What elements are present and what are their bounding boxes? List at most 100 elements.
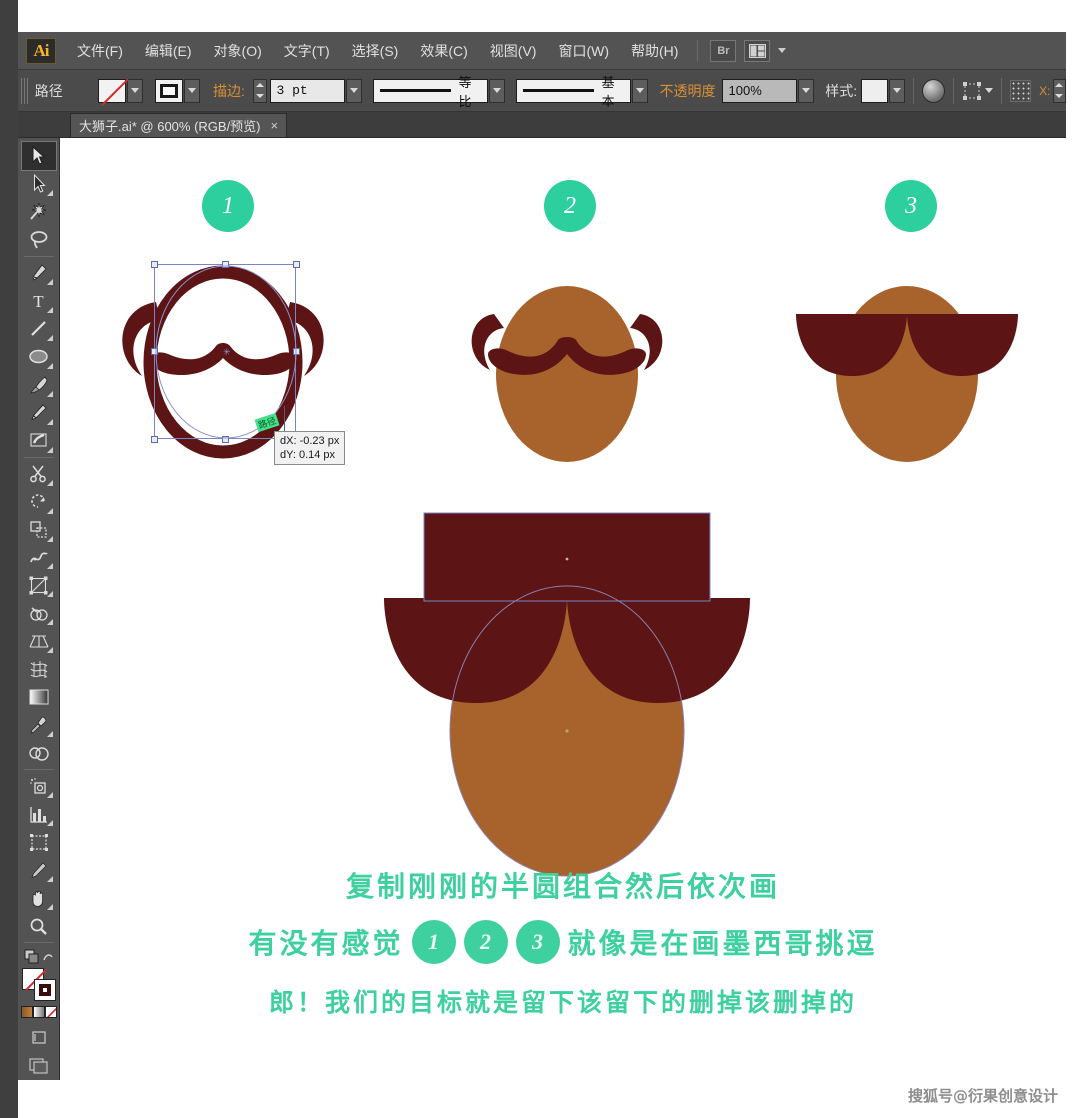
app-logo-icon: Ai [26,38,56,64]
variable-width-profile-value: 等比 [459,72,482,110]
symbol-sprayer-tool[interactable] [22,772,56,800]
control-bar-divider-2 [953,78,954,104]
transform-icon [962,81,982,101]
watermark-label: 搜狐号@衍果创意设计 [908,1085,1058,1106]
step-badge-2: 2 [544,180,596,232]
stroke-color-control[interactable] [155,79,200,103]
perspective-grid-tool[interactable] [22,627,56,655]
ellipse-tool[interactable] [22,343,56,371]
control-bar-divider-3 [1001,78,1002,104]
close-icon[interactable]: × [271,118,279,133]
menu-edit[interactable]: 编辑(E) [134,37,203,65]
fill-swatch-icon[interactable] [98,79,126,103]
width-profile-chevron-down-icon[interactable] [489,79,505,103]
warp-tool[interactable] [22,544,56,572]
transform-center-point: ✳ [223,350,228,355]
control-bar-grip[interactable] [21,78,28,104]
selection-type-label: 路径 [35,81,63,101]
hand-tool[interactable] [22,884,56,912]
step-badge-3: 3 [885,180,937,232]
align-icon[interactable] [1010,80,1031,102]
artwork-composite-figure[interactable] [376,503,758,895]
menu-object[interactable]: 对象(O) [203,37,273,65]
transform-tooltip: dX: -0.23 px dY: 0.14 px [274,431,345,465]
arrange-documents-icon[interactable] [744,40,770,62]
stroke-weight-stepper[interactable] [253,79,267,103]
paintbrush-tool[interactable] [22,371,56,399]
stroke-color-swatch[interactable] [34,979,56,1001]
artboard-canvas[interactable]: 1 2 3 ✳ 路径 dX: -0.23 px [60,138,1066,1080]
artwork-step-2[interactable] [442,266,692,466]
menu-effect[interactable]: 效果(C) [409,37,478,65]
fill-stroke-proxy-small[interactable] [22,945,56,966]
recolor-artwork-icon[interactable] [922,79,945,103]
brush-definition-select[interactable]: 基本 [516,79,631,103]
type-tool[interactable]: T [22,287,56,315]
mesh-tool[interactable] [22,655,56,683]
stroke-swatch-icon[interactable] [155,79,183,103]
blob-brush-tool[interactable] [22,427,56,455]
menu-select[interactable]: 选择(S) [341,37,410,65]
line-segment-tool[interactable] [22,315,56,343]
rotate-tool[interactable] [22,488,56,516]
pencil-tool[interactable] [22,399,56,427]
opacity-chevron-down-icon[interactable] [798,79,814,103]
arrange-chevron-down-icon[interactable] [778,48,786,53]
menu-type[interactable]: 文字(T) [273,37,341,65]
selection-tool[interactable] [22,142,56,170]
menu-file[interactable]: 文件(F) [66,37,134,65]
gradient-swatch-icon[interactable] [33,1006,45,1018]
window-left-frame [0,0,18,1118]
graphic-style-swatch[interactable] [861,79,888,103]
scale-tool[interactable] [22,516,56,544]
caption-line-2-suffix: 就像是在画墨西哥挑逗 [568,922,878,962]
pen-tool[interactable] [22,259,56,287]
direct-selection-tool[interactable] [22,170,56,198]
fill-chevron-down-icon[interactable] [127,79,143,103]
brush-chevron-down-icon[interactable] [632,79,648,103]
variable-width-profile-select[interactable]: 等比 [373,79,488,103]
column-graph-tool[interactable] [22,800,56,828]
stroke-weight-input[interactable]: 3 pt [270,79,346,103]
artwork-step-3[interactable] [782,266,1032,466]
menu-view[interactable]: 视图(V) [479,37,548,65]
shape-builder-tool[interactable] [22,599,56,627]
scissors-tool[interactable] [22,460,56,488]
style-chevron-down-icon[interactable] [889,79,905,103]
zoom-tool[interactable] [22,912,56,940]
inline-step-badge-2: 2 [464,920,508,964]
magic-wand-tool[interactable] [22,198,56,226]
caption-line-2: 有没有感觉 1 2 3 就像是在画墨西哥挑逗 [60,920,1066,964]
screen-mode-icon[interactable] [22,1052,56,1080]
document-tab[interactable]: 大狮子.ai* @ 600% (RGB/预览) × [70,113,287,137]
color-swatch-icon[interactable] [21,1006,33,1018]
blend-tool[interactable] [22,739,56,767]
transform-control[interactable] [962,81,993,101]
free-transform-tool[interactable] [22,571,56,599]
bridge-icon[interactable]: Br [710,40,736,62]
caption-line-1: 复制刚刚的半圆组合然后依次画 [60,865,1066,905]
menu-help[interactable]: 帮助(H) [620,37,689,65]
stroke-chevron-down-icon[interactable] [184,79,200,103]
stroke-weight-label[interactable]: 描边: [213,81,245,101]
document-tab-bar: 大狮子.ai* @ 600% (RGB/预览) × [18,112,1066,138]
fill-stroke-proxy[interactable] [22,968,56,1001]
artboard-tool[interactable] [22,828,56,856]
fill-color-control[interactable] [98,79,143,103]
opacity-input[interactable]: 100% [722,79,798,103]
gradient-tool[interactable] [22,683,56,711]
menu-window[interactable]: 窗口(W) [547,37,620,65]
eyedropper-tool[interactable] [22,711,56,739]
transform-chevron-down-icon[interactable] [985,88,993,93]
x-coordinate-label: X: [1039,84,1050,98]
style-label: 样式: [825,81,857,101]
stroke-weight-chevron-down-icon[interactable] [346,79,362,103]
lasso-tool[interactable] [22,226,56,254]
drawing-mode-icon[interactable] [22,1024,56,1052]
slice-tool[interactable] [22,856,56,884]
opacity-label[interactable]: 不透明度 [660,81,716,101]
x-coordinate-stepper[interactable] [1053,79,1067,103]
width-profile-icon [380,89,450,92]
menu-bar: Ai 文件(F) 编辑(E) 对象(O) 文字(T) 选择(S) 效果(C) 视… [18,32,1066,70]
none-swatch-icon[interactable] [45,1006,57,1018]
